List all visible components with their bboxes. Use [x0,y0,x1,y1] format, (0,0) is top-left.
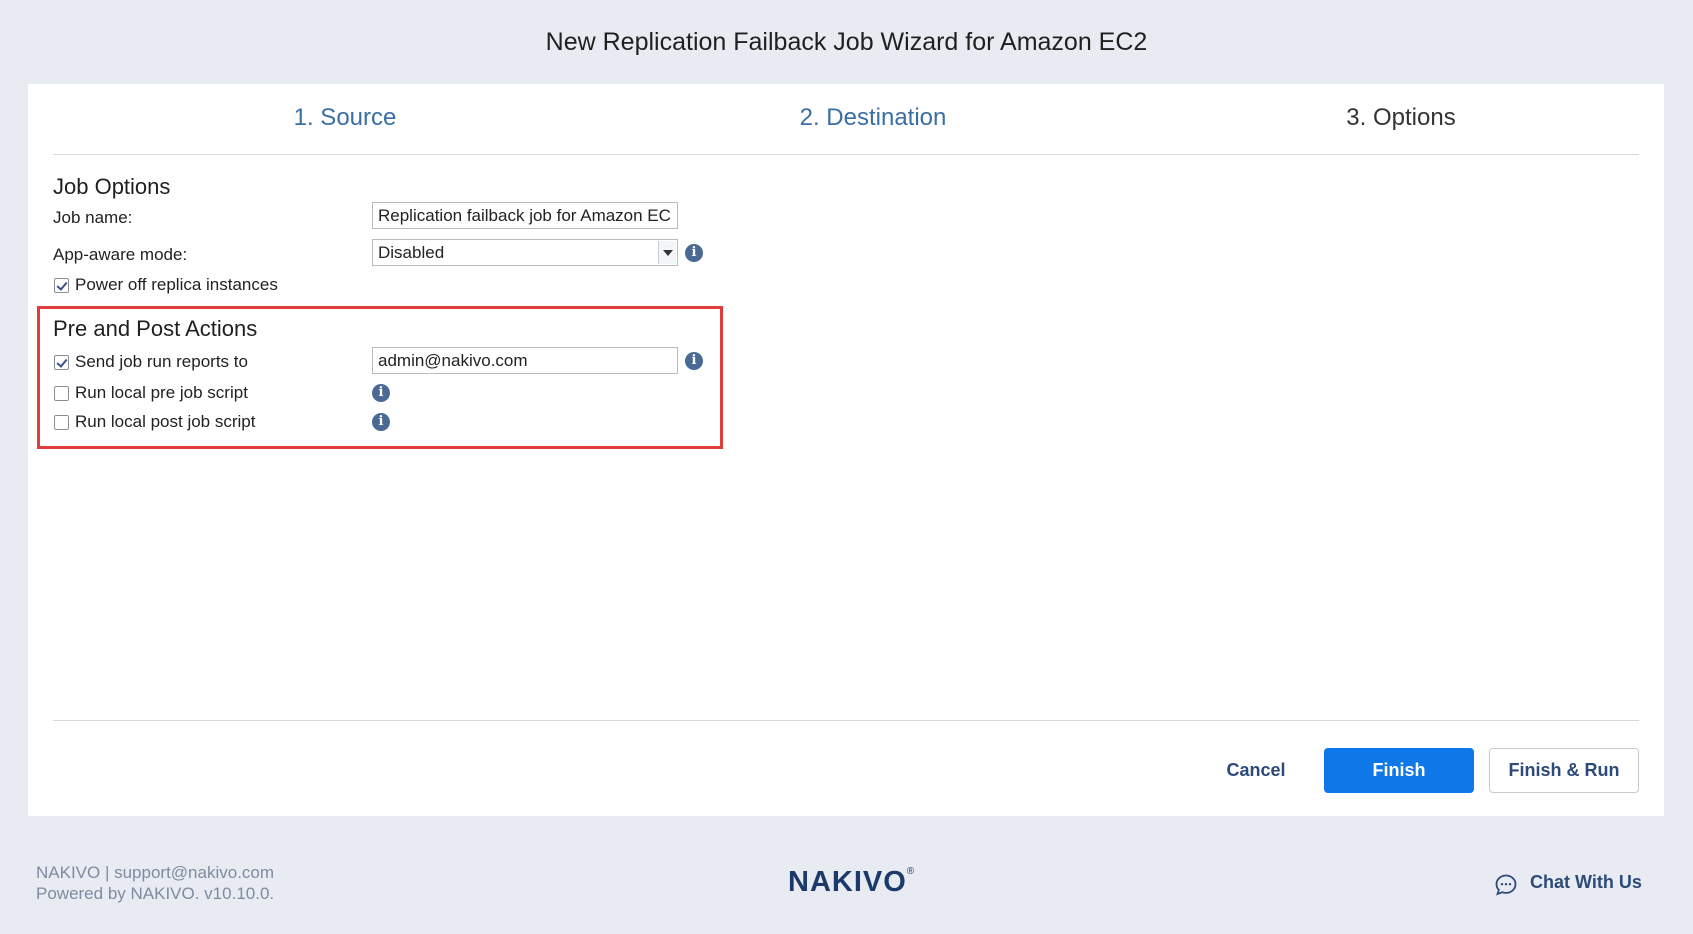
version-text: Powered by NAKIVO. v10.10.0. [36,884,275,903]
send-reports-label: Send job run reports to [75,352,248,371]
post-script-label: Run local post job script [75,412,256,431]
info-icon[interactable]: i [372,413,390,431]
send-reports-email-input[interactable]: admin@nakivo.com [372,347,678,374]
app-aware-value: Disabled [378,243,445,262]
support-link[interactable]: NAKIVO | support@nakivo.com [36,862,274,883]
divider [53,720,1639,721]
post-script-checkbox[interactable] [54,415,69,430]
info-icon[interactable]: i [372,384,390,402]
chat-bubble-icon[interactable] [1494,873,1518,897]
chevron-down-icon[interactable] [658,241,676,264]
app-aware-select[interactable]: Disabled [372,239,678,266]
power-off-label: Power off replica instances [75,275,278,294]
app-aware-label: App-aware mode: [53,245,188,264]
cancel-button[interactable]: Cancel [1211,748,1301,792]
job-name-input[interactable]: Replication failback job for Amazon EC [372,202,678,229]
finish-and-run-button[interactable]: Finish & Run [1489,748,1639,793]
send-reports-checkbox[interactable] [54,355,69,370]
logo-text: NAKIVO [788,866,907,898]
step-destination[interactable]: 2. Destination [723,104,1023,132]
footer-info: NAKIVO | support@nakivo.com Powered by N… [36,862,274,904]
chat-with-us-link[interactable]: Chat With Us [1530,872,1642,893]
pre-post-title: Pre and Post Actions [53,316,258,341]
job-name-label: Job name: [53,208,133,227]
step-options[interactable]: 3. Options [1251,104,1551,132]
finish-button[interactable]: Finish [1324,748,1474,793]
step-source[interactable]: 1. Source [195,104,495,132]
wizard-title: New Replication Failback Job Wizard for … [545,28,1148,56]
wizard-panel: 1. Source 2. Destination 3. Options Job … [28,84,1664,816]
power-off-checkbox[interactable] [54,278,69,293]
nakivo-logo: NAKIVO® [788,866,916,898]
job-options-title: Job Options [53,174,171,199]
pre-script-checkbox[interactable] [54,386,69,401]
pre-script-label: Run local pre job script [75,383,248,402]
info-icon[interactable]: i [685,352,703,370]
wizard-steps: 1. Source 2. Destination 3. Options [53,84,1639,155]
info-icon[interactable]: i [685,244,703,262]
